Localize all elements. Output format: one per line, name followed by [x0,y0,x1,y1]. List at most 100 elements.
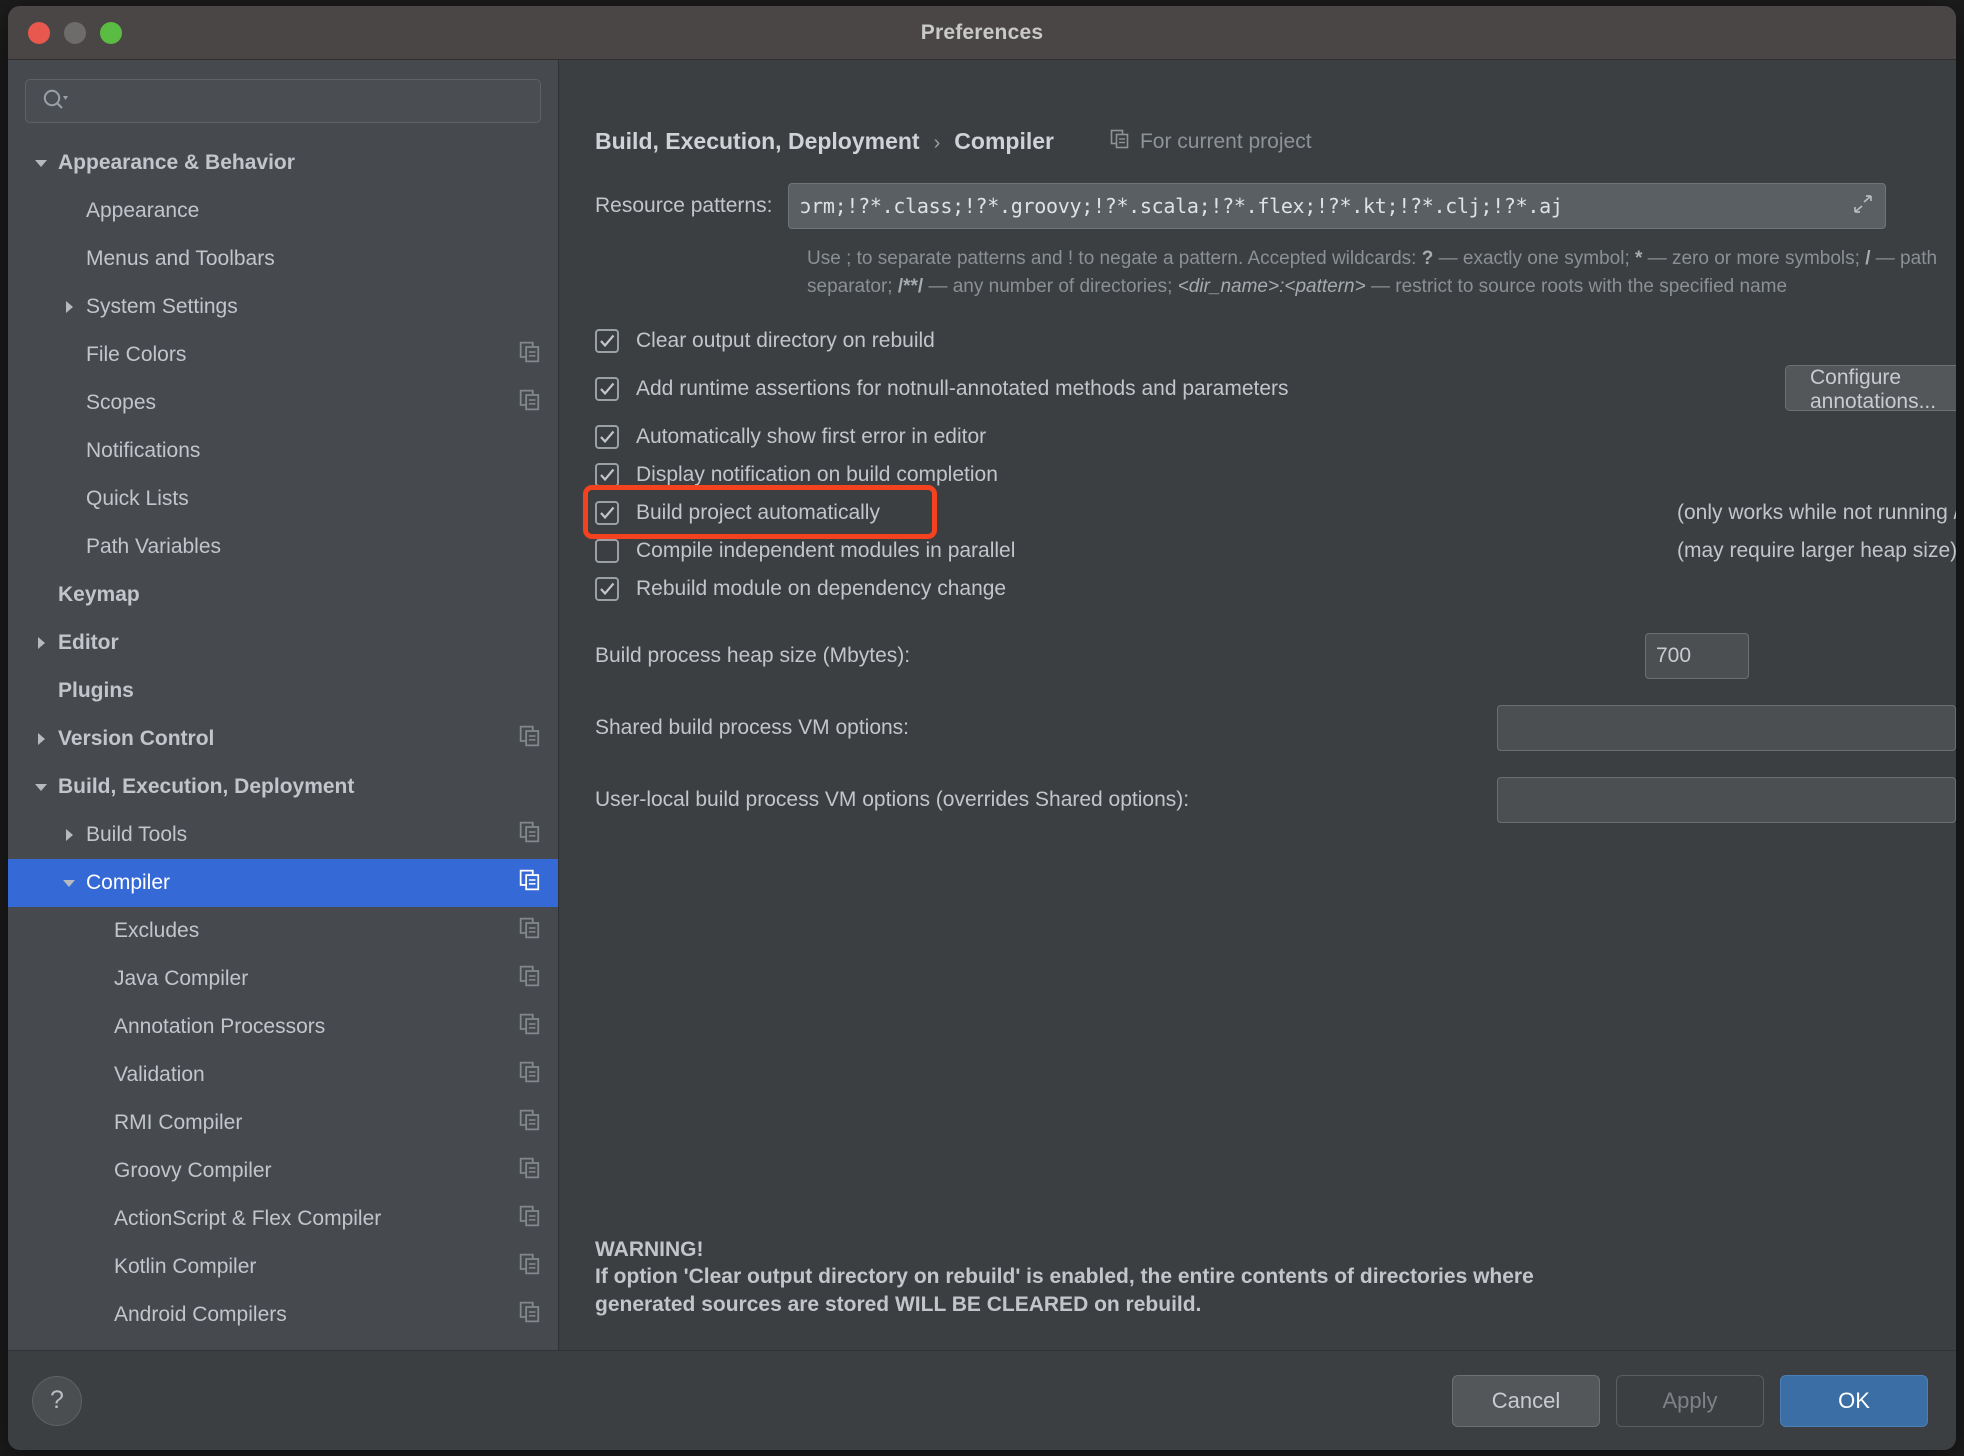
copy-icon[interactable] [519,1253,541,1281]
dialog-footer: ? Cancel Apply OK [8,1350,1956,1450]
sidebar-item-label: Scopes [86,391,519,415]
chevron-right-icon[interactable] [58,824,80,846]
sidebar-item-label: Plugins [58,679,541,703]
chevron-down-icon[interactable] [58,872,80,894]
sidebar-item-label: Notifications [86,439,541,463]
scope-indicator[interactable]: For current project [1110,129,1312,155]
sidebar-item-keymap[interactable]: Keymap [8,571,558,619]
sidebar-item-validation[interactable]: Validation [8,1051,558,1099]
resource-patterns-row: Resource patterns: ɔrm;!?*.class;!?*.gro… [559,183,1956,229]
cancel-button[interactable]: Cancel [1452,1375,1600,1427]
copy-icon[interactable] [519,725,541,753]
sidebar-item-annotation-processors[interactable]: Annotation Processors [8,1003,558,1051]
sidebar-item-version-control[interactable]: Version Control [8,715,558,763]
sidebar-item-groovy-compiler[interactable]: Groovy Compiler [8,1147,558,1195]
hint-p3: — zero or more symbols; [1642,248,1865,269]
hint-p1: Use ; to separate patterns and ! to nega… [807,248,1422,269]
sidebar-item-appearance-behavior[interactable]: Appearance & Behavior [8,139,558,187]
copy-icon[interactable] [519,965,541,993]
apply-button[interactable]: Apply [1616,1375,1764,1427]
sidebar-item-notifications[interactable]: Notifications [8,427,558,475]
checkbox-note: (may require larger heap size) [1677,539,1956,563]
copy-icon[interactable] [519,1301,541,1329]
chevron-right-icon[interactable] [30,632,52,654]
chevron-down-icon[interactable] [30,776,52,798]
sidebar-item-label: Version Control [58,727,519,751]
sidebar-item-label: Java Compiler [114,967,519,991]
hint-p6: — restrict to source roots with the spec… [1366,276,1787,297]
copy-icon[interactable] [519,917,541,945]
checkbox-rebuild-module-on-dependency-change[interactable] [595,577,619,601]
copy-icon[interactable] [519,1061,541,1089]
copy-icon[interactable] [519,389,541,417]
sidebar-item-label: ActionScript & Flex Compiler [114,1207,519,1231]
check-icon [598,580,616,598]
chevron-down-icon[interactable] [30,152,52,174]
copy-icon [1110,129,1130,155]
help-button[interactable]: ? [32,1376,82,1426]
chevron-right-icon[interactable] [30,728,52,750]
sidebar-item-quick-lists[interactable]: Quick Lists [8,475,558,523]
checkbox-automatically-show-first-error-in-editor[interactable] [595,425,619,449]
search-box[interactable] [25,79,541,123]
chevron-right-icon[interactable] [58,296,80,318]
sidebar-item-menus-and-toolbars[interactable]: Menus and Toolbars [8,235,558,283]
sidebar-item-label: Appearance [86,199,541,223]
window-title: Preferences [8,21,1956,45]
sidebar-item-label: Path Variables [86,535,541,559]
ok-button[interactable]: OK [1780,1375,1928,1427]
sidebar-item-label: Compiler [86,871,519,895]
configure-annotations-button[interactable]: Configure annotations... [1785,365,1956,411]
expand-icon[interactable] [1851,192,1875,221]
sidebar-item-label: File Colors [86,343,519,367]
copy-icon[interactable] [519,1109,541,1137]
copy-icon[interactable] [519,1205,541,1233]
checkbox-label: Compile independent modules in parallel [636,539,1015,563]
checkbox-row: Compile independent modules in parallel (… [595,533,1956,569]
checkbox-build-project-automatically[interactable] [595,501,619,525]
sidebar-item-system-settings[interactable]: System Settings [8,283,558,331]
copy-icon[interactable] [519,1013,541,1041]
sidebar-item-actionscript-flex-compiler[interactable]: ActionScript & Flex Compiler [8,1195,558,1243]
sidebar-item-label: Editor [58,631,541,655]
copy-icon[interactable] [519,1157,541,1185]
resource-patterns-input[interactable]: ɔrm;!?*.class;!?*.groovy;!?*.scala;!?*.f… [788,183,1886,229]
breadcrumb-root[interactable]: Build, Execution, Deployment [595,128,920,155]
hint-p2: — exactly one symbol; [1433,248,1635,269]
sidebar-item-kotlin-compiler[interactable]: Kotlin Compiler [8,1243,558,1291]
checkbox-display-notification-on-build-completion[interactable] [595,463,619,487]
sidebar-item-plugins[interactable]: Plugins [8,667,558,715]
sidebar-item-compiler[interactable]: Compiler [8,859,558,907]
sidebar-item-java-compiler[interactable]: Java Compiler [8,955,558,1003]
resource-patterns-label: Resource patterns: [595,194,772,218]
search-input[interactable] [68,90,540,112]
copy-icon[interactable] [519,341,541,369]
sidebar-item-build-execution-deployment[interactable]: Build, Execution, Deployment [8,763,558,811]
sidebar-item-editor[interactable]: Editor [8,619,558,667]
hint-i1: <dir_name>:<pattern> [1178,276,1366,297]
sidebar-item-debugger[interactable]: Debugger [8,1339,558,1350]
checkbox-add-runtime-assertions-for-notnull-annotated-methods-and-parameters[interactable] [595,377,619,401]
breadcrumb-current: Compiler [954,128,1054,155]
settings-main-panel: Build, Execution, Deployment › Compiler … [559,60,1956,1350]
shared-vm-input[interactable] [1497,705,1956,751]
sidebar-item-build-tools[interactable]: Build Tools [8,811,558,859]
heap-size-label: Build process heap size (Mbytes): [595,644,1645,668]
copy-icon[interactable] [519,821,541,849]
sidebar-item-label: System Settings [86,295,541,319]
checkbox-clear-output-directory-on-rebuild[interactable] [595,329,619,353]
sidebar-item-scopes[interactable]: Scopes [8,379,558,427]
resource-patterns-hint: Use ; to separate patterns and ! to nega… [807,245,1956,301]
sidebar-item-file-colors[interactable]: File Colors [8,331,558,379]
sidebar-item-appearance[interactable]: Appearance [8,187,558,235]
sidebar-item-label: Excludes [114,919,519,943]
copy-icon[interactable] [519,869,541,897]
sidebar-item-android-compilers[interactable]: Android Compilers [8,1291,558,1339]
sidebar-item-rmi-compiler[interactable]: RMI Compiler [8,1099,558,1147]
sidebar-item-path-variables[interactable]: Path Variables [8,523,558,571]
checkbox-compile-independent-modules-in-parallel[interactable] [595,539,619,563]
heap-size-input[interactable] [1645,633,1749,679]
sidebar-item-excludes[interactable]: Excludes [8,907,558,955]
user-vm-input[interactable] [1497,777,1956,823]
preferences-window: Preferences Appearance & BehaviorAppeara [8,6,1956,1450]
